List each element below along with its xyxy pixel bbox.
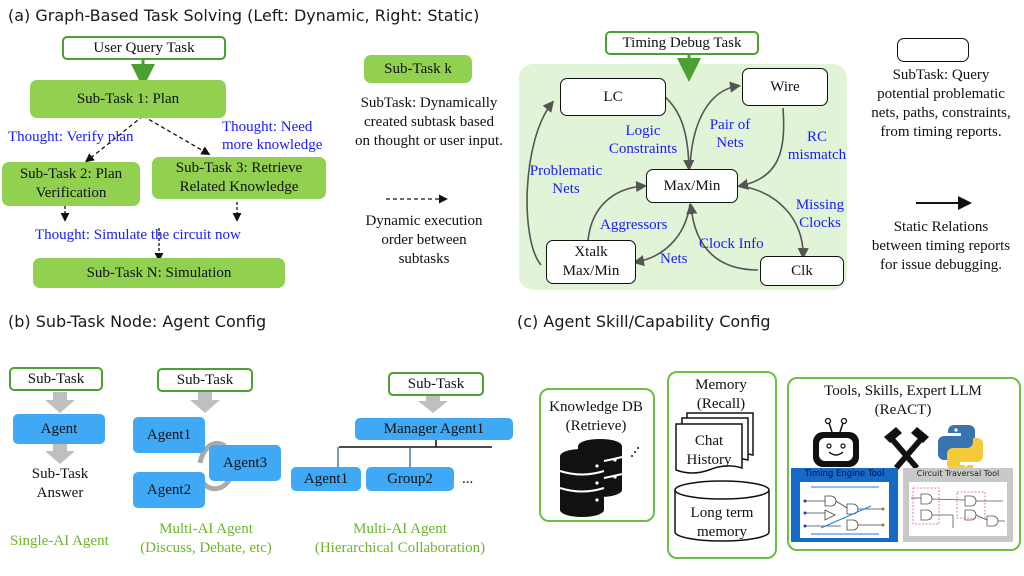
python-icon	[938, 425, 983, 473]
robot-icon	[813, 417, 859, 467]
circuit-traversal-tool-card[interactable]: Circuit Traversal Tool	[903, 468, 1013, 542]
circuit-traversal-schematic	[909, 482, 1007, 536]
hammers-icon	[884, 427, 929, 470]
timing-engine-schematic	[800, 482, 889, 538]
timing-engine-tool-card[interactable]: Timing Engine Tool	[791, 468, 898, 542]
